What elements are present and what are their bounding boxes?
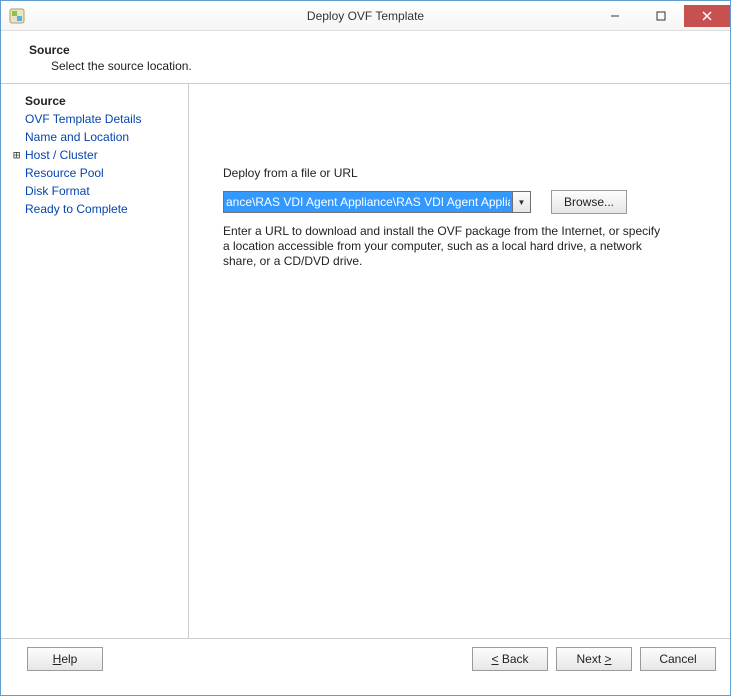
minimize-button[interactable]	[592, 5, 638, 27]
sidebar-item-ready-complete[interactable]: Ready to Complete	[25, 200, 188, 218]
sidebar-item-source[interactable]: Source	[25, 92, 188, 110]
sidebar-item-label: Resource Pool	[25, 165, 104, 181]
page-subtitle: Select the source location.	[51, 59, 714, 73]
sidebar-item-label: Host / Cluster	[25, 147, 98, 163]
source-input-row: ▼ Browse...	[223, 190, 706, 214]
wizard-header: Source Select the source location.	[1, 31, 730, 83]
sidebar-item-label: Disk Format	[25, 183, 90, 199]
dropdown-icon[interactable]: ▼	[512, 192, 530, 212]
browse-button[interactable]: Browse...	[551, 190, 627, 214]
expand-icon[interactable]: ⊞	[13, 147, 25, 163]
source-field-label: Deploy from a file or URL	[223, 166, 706, 180]
sidebar-item-host-cluster[interactable]: ⊞ Host / Cluster	[25, 146, 188, 164]
sidebar-item-label: Name and Location	[25, 129, 129, 145]
source-path-combo[interactable]: ▼	[223, 191, 531, 213]
sidebar-item-label: Source	[25, 93, 66, 109]
wizard-steps: Source OVF Template Details Name and Loc…	[15, 84, 189, 638]
helper-text: Enter a URL to download and install the …	[223, 224, 663, 269]
sidebar-item-label: OVF Template Details	[25, 111, 142, 127]
app-icon	[9, 8, 25, 24]
maximize-button[interactable]	[638, 5, 684, 27]
back-button[interactable]: < Back	[472, 647, 548, 671]
window-controls	[592, 5, 730, 27]
source-path-input[interactable]	[224, 192, 512, 212]
content-area: Source OVF Template Details Name and Loc…	[1, 84, 730, 638]
sidebar-item-disk-format[interactable]: Disk Format	[25, 182, 188, 200]
cancel-button[interactable]: Cancel	[640, 647, 716, 671]
titlebar: Deploy OVF Template	[1, 1, 730, 31]
sidebar-item-name-location[interactable]: Name and Location	[25, 128, 188, 146]
main-panel: Deploy from a file or URL ▼ Browse... En…	[189, 84, 730, 638]
next-button[interactable]: Next >	[556, 647, 632, 671]
sidebar-item-label: Ready to Complete	[25, 201, 128, 217]
sidebar-item-ovf-details[interactable]: OVF Template Details	[25, 110, 188, 128]
page-title: Source	[29, 43, 714, 57]
sidebar-item-resource-pool[interactable]: Resource Pool	[25, 164, 188, 182]
help-button[interactable]: Help	[27, 647, 103, 671]
wizard-footer: Help < Back Next > Cancel	[1, 639, 730, 681]
close-button[interactable]	[684, 5, 730, 27]
